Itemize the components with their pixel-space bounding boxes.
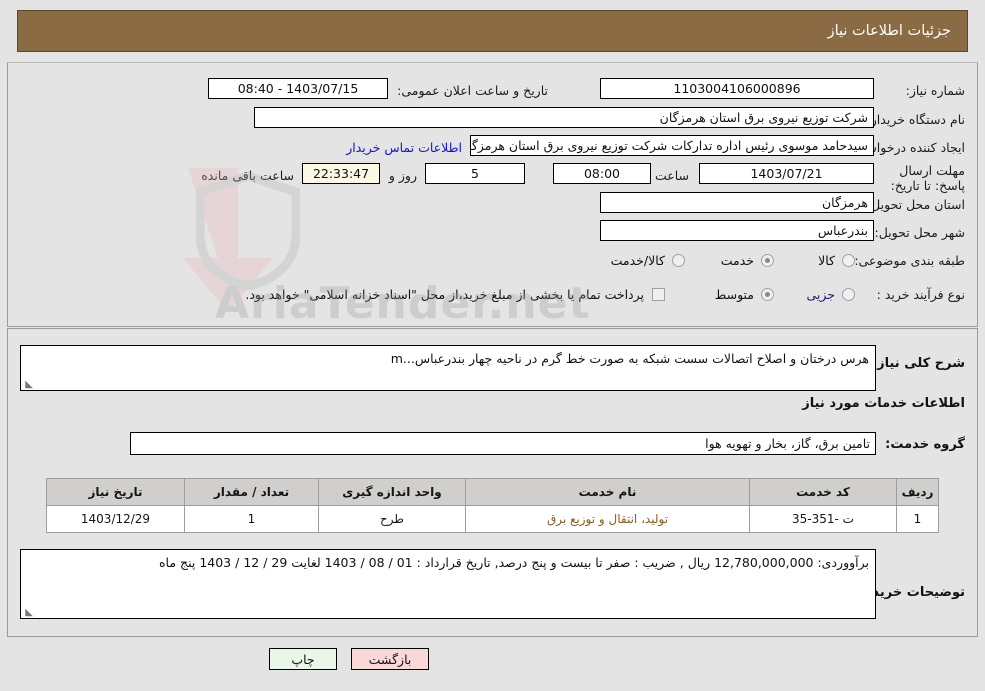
- cell-unit: طرح: [318, 505, 466, 533]
- buyer-org-label: نام دستگاه خریدار:: [866, 112, 965, 127]
- radio-category-kala-label: کالا: [818, 253, 835, 268]
- remaining-days-label: روز و: [388, 168, 417, 183]
- buyer-org-field[interactable]: شرکت توزیع نیروی برق استان هرمزگان: [254, 107, 874, 128]
- buyer-notes-textarea[interactable]: برآووردی: 12,780,000,000 ریال , ضریب : ص…: [20, 549, 876, 619]
- resize-grip-icon[interactable]: ◣: [24, 380, 33, 390]
- col-qty: تعداد / مقدار: [184, 478, 319, 506]
- cell-row: 1: [896, 505, 939, 533]
- cell-qty: 1: [184, 505, 319, 533]
- deadline-label: مهلت ارسال پاسخ: تا تاریخ:: [890, 163, 965, 193]
- col-unit: واحد اندازه گیری: [318, 478, 466, 506]
- buyer-notes-text: برآووردی: 12,780,000,000 ریال , ضریب : ص…: [159, 555, 869, 570]
- col-name: نام خدمت: [465, 478, 750, 506]
- radio-category-khedmat-label: خدمت: [720, 253, 754, 268]
- city-label: شهر محل تحویل:: [874, 225, 965, 240]
- cell-date: 1403/12/29: [46, 505, 185, 533]
- remaining-time-field: 22:33:47: [302, 163, 380, 184]
- radio-process-jozie[interactable]: [842, 288, 855, 301]
- radio-category-kala-khedmat[interactable]: [672, 254, 685, 267]
- col-row: ردیف: [896, 478, 939, 506]
- remaining-suffix-label: ساعت باقی مانده: [201, 168, 294, 183]
- treasury-checkbox[interactable]: [652, 288, 665, 301]
- table-header-row: ردیف کد خدمت نام خدمت واحد اندازه گیری ت…: [46, 478, 939, 506]
- buyer-contact-link[interactable]: اطلاعات تماس خریدار: [346, 140, 462, 155]
- remaining-days-field[interactable]: 5: [425, 163, 525, 184]
- radio-process-motavaset-label: متوسط: [714, 287, 754, 302]
- treasury-checkbox-label: پرداخت تمام یا بخشی از مبلغ خرید،از محل …: [245, 287, 644, 302]
- deadline-hour-label: ساعت: [654, 168, 689, 183]
- cell-code: ت -351-35: [749, 505, 897, 533]
- page-header: جزئیات اطلاعات نیاز: [17, 10, 968, 52]
- service-group-field[interactable]: تامین برق، گاز، بخار و تهویه هوا: [130, 432, 876, 455]
- need-number-label: شماره نیاز:: [905, 83, 965, 98]
- creator-field[interactable]: سیدحامد موسوی رئیس اداره تدارکات شرکت تو…: [470, 135, 874, 156]
- summary-label: شرح کلی نیاز:: [871, 356, 965, 371]
- need-number-field[interactable]: 1103004106000896: [600, 78, 874, 99]
- col-date: تاریخ نیاز: [46, 478, 185, 506]
- city-field[interactable]: بندرعباس: [600, 220, 874, 241]
- print-button[interactable]: چاپ: [269, 648, 337, 670]
- buyer-notes-resize-grip-icon[interactable]: ◣: [24, 608, 33, 618]
- summary-textarea[interactable]: هرس درختان و اصلاح اتصالات سست شبکه به ص…: [20, 345, 876, 391]
- cell-name: تولید، انتقال و توزیع برق: [465, 505, 750, 533]
- category-label: طبقه بندی موضوعی:: [854, 253, 965, 268]
- need-info-form: شماره نیاز: 1103004106000896 تاریخ و ساع…: [7, 62, 978, 327]
- deadline-hour-field[interactable]: 08:00: [553, 163, 651, 184]
- province-field[interactable]: هرمزگان: [600, 192, 874, 213]
- deadline-date-field[interactable]: 1403/07/21: [699, 163, 874, 184]
- services-table: ردیف کد خدمت نام خدمت واحد اندازه گیری ت…: [46, 478, 939, 533]
- announce-label: تاریخ و ساعت اعلان عمومی:: [397, 83, 548, 98]
- radio-category-khedmat[interactable]: [761, 254, 774, 267]
- page-root: جزئیات اطلاعات نیاز AriaTender.net شماره…: [0, 0, 985, 691]
- province-label: استان محل تحویل:: [866, 197, 965, 212]
- radio-process-motavaset[interactable]: [761, 288, 774, 301]
- services-section-title: اطلاعات خدمات مورد نیاز: [802, 396, 965, 411]
- col-code: کد خدمت: [749, 478, 897, 506]
- table-row[interactable]: 1 ت -351-35 تولید، انتقال و توزیع برق طر…: [46, 505, 939, 533]
- summary-text: هرس درختان و اصلاح اتصالات سست شبکه به ص…: [390, 351, 869, 366]
- radio-category-kala-khedmat-label: کالا/خدمت: [610, 253, 665, 268]
- radio-category-kala[interactable]: [842, 254, 855, 267]
- announce-date-field[interactable]: 1403/07/15 - 08:40: [208, 78, 388, 99]
- radio-process-jozie-label: جزیی: [806, 287, 835, 302]
- process-label: نوع فرآیند خرید :: [876, 287, 965, 302]
- page-title: جزئیات اطلاعات نیاز: [827, 23, 951, 39]
- back-button[interactable]: بازگشت: [351, 648, 429, 670]
- service-group-label: گروه خدمت:: [885, 437, 965, 452]
